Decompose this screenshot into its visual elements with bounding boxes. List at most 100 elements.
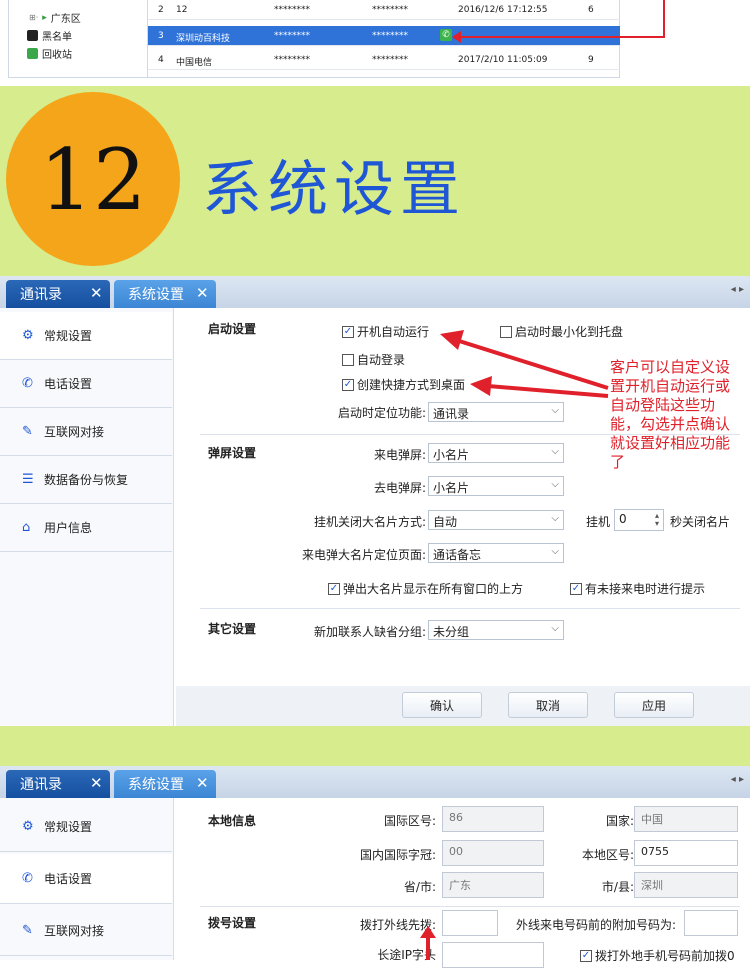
- locate-label: 启动时定位功能:: [337, 406, 426, 420]
- apply-button[interactable]: 应用: [614, 692, 694, 718]
- intl-prefix-field[interactable]: 00: [442, 840, 544, 866]
- phone-icon: ✆: [22, 870, 33, 886]
- incoming-popup-select[interactable]: 小名片 ⌵: [428, 443, 564, 463]
- sidebar-item-general[interactable]: ⚙ 常规设置: [0, 802, 172, 852]
- tab-settings[interactable]: 系统设置 ✕: [114, 280, 216, 308]
- extra-prefix-field[interactable]: [684, 910, 738, 936]
- sidebar-item-internet[interactable]: ✎ 互联网对接: [0, 408, 172, 456]
- default-group-select[interactable]: 未分组 ⌵: [428, 620, 564, 640]
- annotation-arrow: [663, 0, 665, 38]
- sidebar-item-phone[interactable]: ✆ 电话设置: [0, 854, 172, 904]
- big-card-label: 来电弹大名片定位页面:: [301, 548, 426, 562]
- tab-contacts[interactable]: 通讯录 ✕: [6, 770, 110, 798]
- checkbox-box[interactable]: ✓: [342, 378, 354, 391]
- annotation-arrows: [440, 330, 609, 398]
- row-time: 2016/12/6 17:12:55: [458, 5, 548, 15]
- section-divider-band: [0, 726, 750, 766]
- section-number: 12: [39, 131, 147, 229]
- ip-prefix-field[interactable]: [442, 942, 544, 968]
- section-startup-title: 启动设置: [208, 322, 257, 336]
- hangup-select[interactable]: 自动 ⌵: [428, 510, 564, 530]
- select-value: 通话备忘: [433, 548, 482, 562]
- default-group-label: 新加联系人缺省分组:: [313, 625, 426, 639]
- row-name: 深圳动百科技: [176, 34, 231, 44]
- hangup-seconds-stepper[interactable]: 0 ▴ ▾: [614, 509, 664, 531]
- tree-item-label: 回收站: [42, 50, 72, 61]
- section-dial-title: 拨号设置: [208, 916, 257, 930]
- missed-call-checkbox[interactable]: ✓ 有未接来电时进行提示: [570, 580, 705, 597]
- extra-prefix-label: 外线来电号码前的附加号码为:: [516, 918, 677, 932]
- settings-window-phone: 通讯录 ✕ 系统设置 ✕ ◂ ▸ ⚙ 常规设置 ✆ 电话设置 ✎ 互联网对接 本…: [0, 766, 750, 968]
- section-popup-title: 弹屏设置: [208, 446, 257, 460]
- outgoing-popup-select[interactable]: 小名片 ⌵: [428, 476, 564, 496]
- sidebar-item-label: 常规设置: [44, 820, 93, 834]
- checkbox-box[interactable]: [342, 353, 354, 366]
- expand-icon[interactable]: ⊞·: [29, 13, 38, 22]
- table-row[interactable]: 4 中国电信 ******** ******** 2017/2/10 11:05…: [148, 50, 620, 70]
- home-icon: ⌂: [22, 519, 31, 535]
- on-top-checkbox[interactable]: ✓ 弹出大名片显示在所有窗口的上方: [328, 580, 523, 597]
- auto-run-checkbox[interactable]: ✓ 开机自动运行: [342, 323, 429, 340]
- sidebar-item-general[interactable]: ⚙ 常规设置: [0, 312, 172, 360]
- call-icon[interactable]: ✆: [440, 29, 452, 41]
- select-value: 未分组: [433, 625, 470, 639]
- section-title: 系统设置: [202, 155, 466, 225]
- row-number: 4: [158, 55, 164, 65]
- phone-icon: ✆: [22, 375, 33, 391]
- close-icon[interactable]: ✕: [196, 284, 209, 302]
- tab-contacts[interactable]: 通讯录 ✕: [6, 280, 110, 308]
- tab-scroll-icon[interactable]: ◂ ▸: [731, 774, 744, 785]
- table-row[interactable]: 2 12 ******** ******** 2016/12/6 17:12:5…: [148, 0, 620, 20]
- close-icon[interactable]: ✕: [90, 774, 103, 792]
- cancel-button[interactable]: 取消: [508, 692, 588, 718]
- chevron-down-icon: ⌵: [551, 623, 559, 634]
- tree-item-blacklist[interactable]: 黑名单: [27, 28, 72, 43]
- tab-label: 系统设置: [128, 777, 184, 793]
- tab-settings[interactable]: 系统设置 ✕: [114, 770, 216, 798]
- annotation-arrow: [459, 36, 665, 38]
- close-icon[interactable]: ✕: [90, 284, 103, 302]
- close-icon[interactable]: ✕: [196, 774, 209, 792]
- country-code-field[interactable]: 86: [442, 806, 544, 832]
- sidebar-item-internet[interactable]: ✎ 互联网对接: [0, 906, 172, 956]
- area-code-field[interactable]: 0755: [634, 840, 738, 866]
- arrow-head-icon: [452, 31, 461, 43]
- confirm-button[interactable]: 确认: [402, 692, 482, 718]
- spinner-icon[interactable]: ▴ ▾: [655, 512, 659, 528]
- auto-login-checkbox[interactable]: 自动登录: [342, 351, 405, 368]
- sidebar-item-backup[interactable]: ☰ 数据备份与恢复: [0, 456, 172, 504]
- tree-item-guangdong[interactable]: ⊞· ▸ 广东区: [29, 10, 81, 26]
- sidebar-item-label: 互联网对接: [44, 425, 105, 439]
- checkbox-label: 拨打外地手机号码前加拨0: [595, 949, 735, 963]
- sidebar-item-label: 电话设置: [44, 377, 93, 391]
- sidebar-item-phone[interactable]: ✆ 电话设置: [0, 360, 172, 408]
- tab-label: 通讯录: [20, 777, 62, 793]
- big-card-select[interactable]: 通话备忘 ⌵: [428, 543, 564, 563]
- tab-scroll-icon[interactable]: ◂ ▸: [731, 284, 744, 295]
- checkbox-box[interactable]: ✓: [328, 582, 340, 595]
- outline-prefix-field[interactable]: [442, 910, 498, 936]
- hangup-prefix-label: 挂机: [586, 515, 611, 529]
- tab-label: 系统设置: [128, 287, 184, 303]
- province-field[interactable]: 广东: [442, 872, 544, 898]
- sidebar-item-user[interactable]: ⌂ 用户信息: [0, 504, 172, 552]
- country-field[interactable]: 中国: [634, 806, 738, 832]
- mobile-prefix-checkbox[interactable]: ✓ 拨打外地手机号码前加拨0: [580, 947, 735, 964]
- settings-sidebar: ⚙ 常规设置 ✆ 电话设置 ✎ 互联网对接 ☰ 数据备份与恢复 ⌂ 用户信息: [0, 308, 174, 726]
- outgoing-popup-label: 去电弹屏:: [373, 481, 426, 495]
- checkbox-box[interactable]: ✓: [342, 325, 354, 338]
- checkbox-box[interactable]: ✓: [570, 582, 582, 595]
- pencil-icon: ✎: [22, 423, 33, 439]
- country-code-label: 国际区号:: [383, 814, 436, 828]
- contact-table: 2 12 ******** ******** 2016/12/6 17:12:5…: [148, 0, 620, 78]
- tree-item-recycle[interactable]: 回收站: [27, 46, 72, 61]
- checkbox-label: 弹出大名片显示在所有窗口的上方: [343, 582, 524, 596]
- sidebar-item-label: 互联网对接: [44, 924, 105, 938]
- blacklist-icon: [27, 30, 38, 41]
- city-field[interactable]: 深圳: [634, 872, 738, 898]
- select-value: 小名片: [433, 448, 470, 462]
- pencil-icon: ✎: [22, 922, 33, 938]
- intl-prefix-label: 国内国际字冠:: [359, 848, 436, 862]
- gear-icon: ⚙: [22, 327, 34, 343]
- settings-sidebar: ⚙ 常规设置 ✆ 电话设置 ✎ 互联网对接: [0, 798, 174, 960]
